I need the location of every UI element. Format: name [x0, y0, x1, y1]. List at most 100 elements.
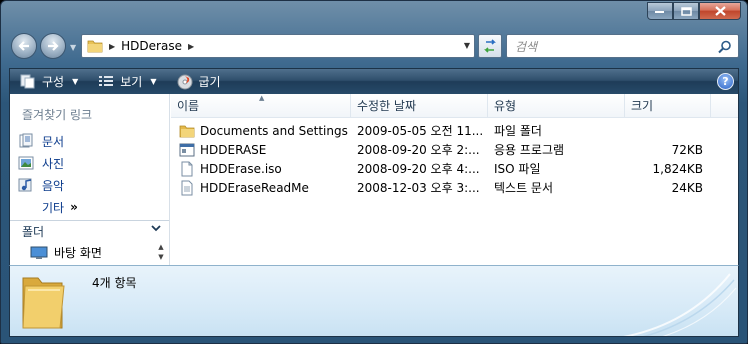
breadcrumb-current-folder[interactable]: HDDerase [121, 39, 182, 53]
folder-tree-label: 바탕 화면 [54, 246, 102, 260]
search-box[interactable]: 검색 [506, 34, 739, 58]
file-size: 1,824KB [652, 161, 703, 176]
favorite-link-label: 사진 [42, 156, 65, 171]
navigation-pane: 즐겨찾기 링크 문서 사진 음악 기타 » 폴더 바탕 화면 ▲ ▼ [10, 94, 170, 265]
documents-icon [19, 133, 33, 148]
pictures-icon [18, 156, 34, 170]
file-name: Documents and Settings [200, 123, 348, 138]
folders-label: 폴더 [22, 224, 45, 239]
column-headers: ▲ 이름 수정한 날짜 유형 크기 [171, 94, 738, 118]
file-size: 24KB [671, 180, 703, 195]
file-date-modified: 2009-05-05 오전 11... [357, 124, 484, 138]
forward-arrow-icon [48, 41, 59, 51]
favorite-link-label: 문서 [42, 134, 65, 149]
folder-tree-item-desktop[interactable]: 바탕 화면 [30, 244, 102, 261]
desktop-icon [30, 246, 48, 259]
breadcrumb-separator-icon[interactable]: ▶ [109, 42, 115, 51]
back-button[interactable] [11, 33, 37, 59]
burn-button[interactable]: 굽기 [167, 69, 231, 94]
column-header-size[interactable]: 크기 [625, 94, 711, 117]
file-name: HDDERASE [200, 142, 267, 157]
chevron-down-icon[interactable]: ▼ [150, 77, 156, 86]
forward-button[interactable] [40, 33, 66, 59]
file-row[interactable]: HDDErase.iso 2008-09-20 오후 4:... ISO 파일 … [171, 159, 738, 178]
file-date-modified: 2008-09-20 오후 2:... [357, 143, 480, 157]
more-links-button[interactable]: 기타 » [42, 196, 78, 218]
file-name: HDDEraseReadMe [200, 180, 309, 195]
file-icon [181, 161, 193, 176]
column-header-type[interactable]: 유형 [488, 94, 625, 117]
file-date-modified: 2008-12-03 오후 3:... [357, 181, 480, 195]
folder-tree-scrollbar[interactable]: ▲ ▼ [155, 242, 167, 264]
content-area: 즐겨찾기 링크 문서 사진 음악 기타 » 폴더 바탕 화면 ▲ ▼ ▲ 이름 … [9, 94, 739, 265]
sort-ascending-icon: ▲ [259, 94, 265, 102]
views-button[interactable]: 보기 ▼ [88, 69, 166, 94]
column-header-label: 유형 [494, 99, 517, 113]
organize-button[interactable]: 구성 ▼ [10, 69, 88, 94]
column-header-label: 수정한 날짜 [357, 99, 417, 113]
close-button[interactable] [699, 2, 741, 20]
minimize-button[interactable] [647, 2, 673, 20]
search-icon[interactable] [718, 40, 732, 54]
file-name-cell: HDDERASE [171, 142, 351, 158]
column-header-name[interactable]: ▲ 이름 [171, 94, 351, 117]
file-type: 파일 폴더 [494, 124, 542, 138]
favorite-link-pictures[interactable]: 사진 [18, 152, 78, 174]
column-header-date-modified[interactable]: 수정한 날짜 [351, 94, 488, 117]
file-name-cell: HDDEraseReadMe [171, 180, 351, 196]
recent-pages-dropdown[interactable]: ▼ [70, 43, 76, 52]
file-row[interactable]: HDDERASE 2008-09-20 오후 2:... 응용 프로그램 72K… [171, 140, 738, 159]
burn-disc-icon [177, 74, 192, 89]
file-row[interactable]: Documents and Settings 2009-05-05 오전 11.… [171, 121, 738, 140]
favorite-link-music[interactable]: 음악 [18, 174, 78, 196]
file-size: 72KB [671, 142, 703, 157]
explorer-window: ▼ ▶ HDDerase ▶ ▼ 검색 구성 ▼ 보기 ▼ 굽기 ? 즐겨찾기 … [0, 0, 748, 344]
file-type: 응용 프로그램 [494, 143, 565, 157]
refresh-icon [484, 39, 496, 53]
decorative-swoosh [622, 273, 737, 336]
file-type: ISO 파일 [494, 162, 541, 176]
chevron-down-icon [151, 225, 161, 232]
refresh-button[interactable] [478, 34, 502, 58]
item-count: 4개 항목 [92, 276, 137, 290]
favorite-link-documents[interactable]: 문서 [18, 130, 78, 152]
favorite-links-title: 즐겨찾기 링크 [22, 108, 93, 122]
navigation-bar: ▼ ▶ HDDerase ▶ ▼ 검색 [9, 31, 739, 63]
address-bar[interactable]: ▶ HDDerase ▶ ▼ [81, 34, 475, 58]
file-row[interactable]: HDDEraseReadMe 2008-12-03 오후 3:... 텍스트 문… [171, 178, 738, 197]
scroll-down-icon[interactable]: ▼ [155, 252, 167, 262]
close-icon [714, 6, 726, 16]
caption-buttons [647, 2, 741, 20]
minimize-icon [655, 11, 664, 13]
breadcrumb-separator-icon[interactable]: ▶ [188, 42, 194, 51]
maximize-button[interactable] [673, 2, 699, 20]
folder-icon [87, 40, 103, 53]
organize-label: 구성 [42, 75, 65, 89]
large-folder-icon [22, 277, 65, 329]
column-header-label: 크기 [631, 99, 654, 113]
views-label: 보기 [120, 75, 143, 89]
more-links-label: 기타 [42, 200, 65, 215]
views-icon [99, 75, 114, 86]
favorite-links-list: 문서 사진 음악 기타 » [18, 130, 78, 218]
file-type: 텍스트 문서 [494, 181, 554, 195]
details-pane: 4개 항목 [9, 265, 739, 337]
address-history-dropdown[interactable]: ▼ [464, 41, 470, 50]
file-list: ▲ 이름 수정한 날짜 유형 크기 Documents and Settings… [171, 94, 738, 265]
file-name-cell: Documents and Settings [171, 123, 351, 139]
burn-label: 굽기 [198, 75, 221, 89]
chevron-down-icon: ▼ [72, 77, 79, 86]
music-icon [18, 178, 32, 192]
file-date-modified: 2008-09-20 오후 4:... [357, 162, 480, 176]
command-toolbar: 구성 ▼ 보기 ▼ 굽기 ? [9, 68, 739, 94]
help-button[interactable]: ? [717, 73, 734, 90]
maximize-icon [680, 6, 692, 16]
file-name-cell: HDDErase.iso [171, 161, 351, 177]
application-icon [179, 143, 195, 156]
organize-icon [20, 74, 35, 89]
folders-header[interactable]: 폴더 [10, 220, 169, 241]
favorite-link-label: 음악 [42, 178, 65, 193]
double-chevron-icon: » [70, 200, 78, 214]
search-placeholder[interactable]: 검색 [515, 38, 537, 55]
scroll-up-icon[interactable]: ▲ [155, 242, 167, 252]
